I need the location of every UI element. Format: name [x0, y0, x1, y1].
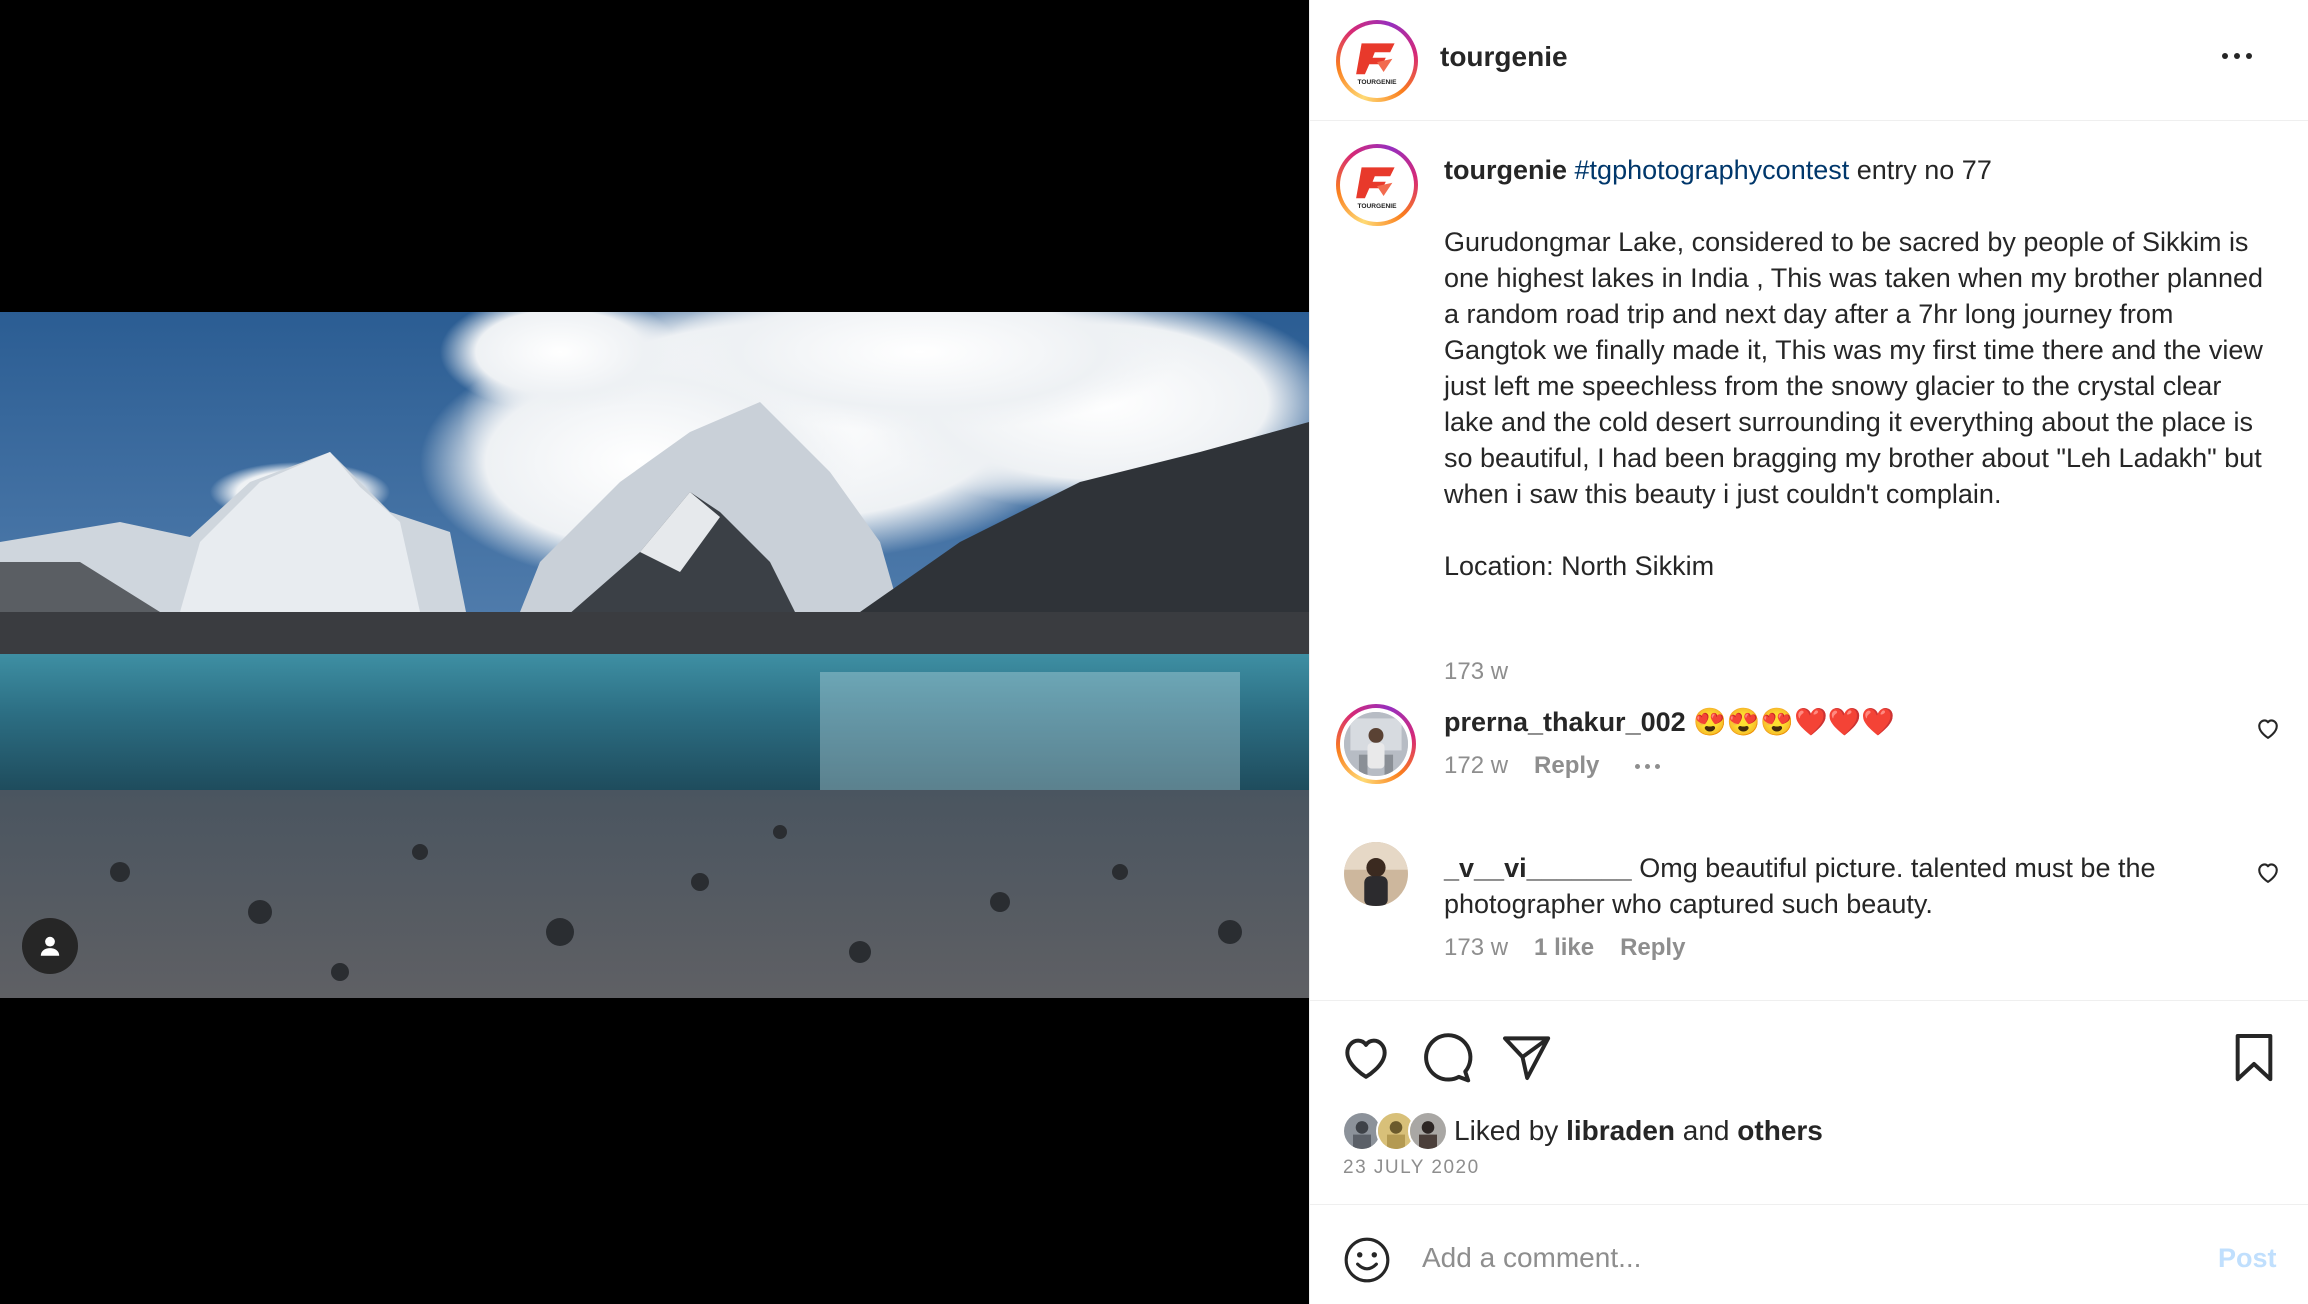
tag-user-button[interactable]: [22, 918, 78, 974]
bookmark-icon[interactable]: [2226, 1029, 2282, 1085]
more-horizontal-icon: [2222, 53, 2228, 59]
liked-by-row: Liked by libraden and others: [1342, 1109, 1823, 1153]
commenter-avatar[interactable]: [1336, 704, 1416, 784]
comment-icon[interactable]: [1418, 1029, 1474, 1085]
comment-username[interactable]: prerna_thakur_002: [1444, 707, 1686, 737]
person-photo-icon: [1410, 1113, 1446, 1149]
liked-by-middle: and: [1675, 1115, 1738, 1146]
logo-text: TOURGENIE: [1357, 79, 1397, 86]
comment-timestamp[interactable]: 172 w: [1444, 752, 1508, 780]
post-header: TOURGENIE tourgenie: [1310, 0, 2308, 121]
author-avatar[interactable]: TOURGENIE: [1336, 20, 1418, 102]
more-options-button[interactable]: [2210, 36, 2264, 76]
caption-timestamp[interactable]: 173 w: [1444, 658, 1508, 686]
caption-title-line: tourgenie #tgphotographycontest entry no…: [1444, 152, 2274, 188]
liker-avatars[interactable]: [1342, 1111, 1454, 1151]
person-photo-icon: [1344, 712, 1408, 776]
liked-by-prefix: Liked by: [1454, 1115, 1567, 1146]
post-date[interactable]: 23 JULY 2020: [1343, 1157, 1480, 1179]
post-photo[interactable]: [0, 312, 1309, 998]
post-comment-button[interactable]: Post: [2218, 1243, 2277, 1274]
comment-like-heart-icon[interactable]: [2254, 714, 2282, 742]
add-comment-bar: Post: [1310, 1204, 2308, 1304]
caption-author-avatar[interactable]: TOURGENIE: [1336, 144, 1418, 226]
caption-text: Gurudongmar Lake, considered to be sacre…: [1444, 227, 2263, 509]
comment-emoji: 😍😍😍: [1693, 707, 1795, 737]
caption-body: tourgenie #tgphotographycontest entry no…: [1444, 152, 2274, 584]
person-photo-icon: [1344, 1113, 1380, 1149]
liker-avatar: [1408, 1111, 1448, 1151]
liked-by-user[interactable]: libraden: [1566, 1115, 1675, 1146]
hashtag-link[interactable]: #tgphotographycontest: [1575, 155, 1850, 185]
caption-location: Location: North Sikkim: [1444, 551, 1715, 581]
send-icon[interactable]: [1498, 1029, 1554, 1085]
comment-hearts: ❤️❤️❤️: [1794, 707, 1895, 737]
tourgenie-logo-icon: TOURGENIE: [1356, 167, 1397, 210]
header-username[interactable]: tourgenie: [1440, 41, 1568, 73]
liked-by-text: Liked by libraden and others: [1454, 1115, 1823, 1147]
smiley-icon[interactable]: [1342, 1235, 1392, 1285]
comments-list[interactable]: TOURGENIE tourgenie #tgphotographycontes…: [1310, 122, 2308, 1000]
landscape-photo: [0, 312, 1309, 998]
comment-body: prerna_thakur_002 😍😍😍❤️❤️❤️: [1444, 704, 2274, 740]
like-heart-icon[interactable]: [1338, 1029, 1394, 1085]
comment-likes-count[interactable]: 1 like: [1534, 934, 1594, 962]
media-pane: [0, 0, 1309, 1304]
comment-body: _v__vi_______ Omg beautiful picture. tal…: [1444, 850, 2274, 922]
liked-by-others[interactable]: others: [1737, 1115, 1823, 1146]
more-horizontal-icon: [1635, 763, 1641, 769]
comment-options-button[interactable]: [1635, 763, 1661, 769]
comment-input[interactable]: [1422, 1231, 2122, 1285]
comment-meta: 172 w Reply: [1444, 752, 1661, 780]
person-photo-icon: [1344, 842, 1408, 906]
caption-title-rest: entry no 77: [1849, 155, 1992, 185]
caption-username[interactable]: tourgenie: [1444, 155, 1567, 185]
user-tag-icon: [40, 936, 60, 956]
commenter-avatar[interactable]: [1344, 842, 1408, 906]
comment-meta: 173 w 1 like Reply: [1444, 934, 1685, 962]
reply-button[interactable]: Reply: [1620, 934, 1685, 962]
logo-text: TOURGENIE: [1357, 203, 1397, 210]
comment-timestamp[interactable]: 173 w: [1444, 934, 1508, 962]
comment-username[interactable]: _v__vi_______: [1444, 853, 1632, 883]
reply-button[interactable]: Reply: [1534, 752, 1599, 780]
post-actions: Liked by libraden and others 23 JULY 202…: [1310, 1000, 2308, 1204]
comment-like-heart-icon[interactable]: [2254, 858, 2282, 886]
post-side-pane: TOURGENIE tourgenie TOURGENIE tourgenie …: [1309, 0, 2308, 1304]
tourgenie-logo-icon: TOURGENIE: [1356, 43, 1397, 86]
caption-meta: 173 w: [1444, 658, 1508, 686]
